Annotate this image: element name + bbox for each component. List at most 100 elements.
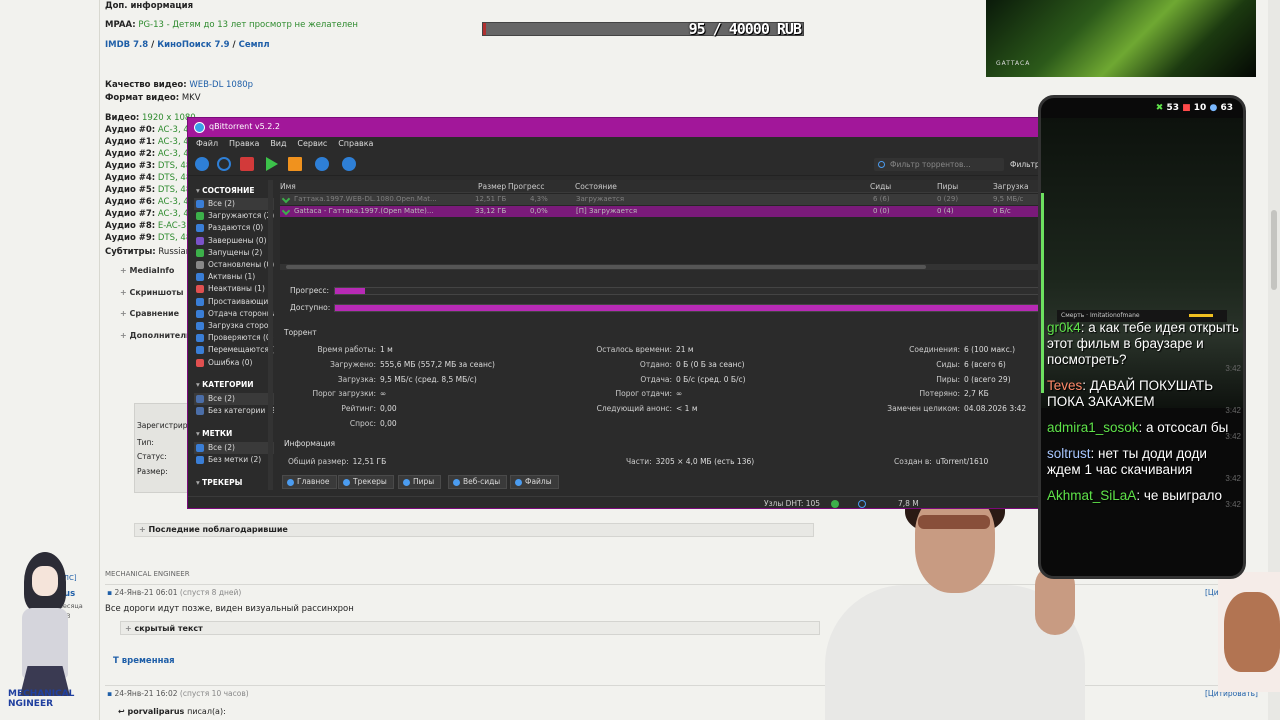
- col-progress[interactable]: Прогресс: [508, 182, 545, 191]
- spoiler-additional[interactable]: Дополнитель: [120, 331, 192, 340]
- audio-line: Аудио #8: E-AC-3,: [105, 221, 189, 231]
- tag-none[interactable]: Без метки (2): [194, 454, 274, 466]
- spoiler-comparison[interactable]: Сравнение: [120, 309, 180, 318]
- deaths-count: 10: [1193, 103, 1207, 113]
- title-bar[interactable]: qBittorrent v5.2.2: [188, 118, 1042, 137]
- tab-peers[interactable]: Пиры: [398, 475, 442, 489]
- play-icon[interactable]: [266, 157, 278, 171]
- phone-status-counters: ✖ 53 ■ 10 ● 63: [1156, 103, 1233, 113]
- scrollbar-thumb[interactable]: [1271, 210, 1277, 290]
- thanks-label: Последние поблагодарившие: [148, 525, 288, 534]
- info-key: Спрос:: [349, 419, 376, 428]
- info-key: Загрузка:: [337, 374, 376, 384]
- category-all[interactable]: Все (2): [194, 393, 274, 405]
- tab-files[interactable]: Файлы: [510, 475, 559, 489]
- imdb-link[interactable]: IMDB 7.8: [105, 40, 148, 50]
- info-key: Отдача:: [640, 374, 672, 384]
- status-icon: [196, 224, 204, 233]
- status-icon: [196, 212, 204, 221]
- category-label: Без категории (2): [208, 406, 274, 415]
- spoiler-screenshots[interactable]: Скриншоты: [120, 288, 184, 297]
- menu-tools[interactable]: Сервис: [297, 137, 327, 151]
- hidden-text-spoiler[interactable]: + скрытый текст: [120, 621, 820, 635]
- sidebar-scrollbar[interactable]: [268, 180, 273, 490]
- info-row: Сиды: 6 (всего 6): [860, 360, 1006, 369]
- col-state[interactable]: Состояние: [575, 182, 617, 191]
- info-value: 9,5 МБ/с (сред. 8,5 МБ/с): [380, 374, 477, 384]
- tab-general[interactable]: Главное: [282, 475, 337, 489]
- folder-icon: [196, 407, 204, 415]
- audio-value: E-AC-3,: [157, 221, 189, 231]
- torrent-seeds: 0 (0): [873, 207, 890, 215]
- stop-icon[interactable]: [288, 157, 302, 171]
- tags-heading: МЕТКИ: [196, 429, 232, 438]
- info-value: 6 (100 макс.): [964, 345, 1015, 354]
- col-peers[interactable]: Пиры: [937, 182, 958, 191]
- available-bar: [334, 304, 1042, 312]
- status-filter-item[interactable]: Запущены (2): [194, 247, 274, 259]
- audio-line: Аудио #3: DTS, 48: [105, 161, 191, 171]
- chat-nick: gr0k4: [1047, 320, 1081, 335]
- qbittorrent-window[interactable]: qBittorrent v5.2.2 Файл Правка Вид Серви…: [187, 117, 1043, 509]
- post1-date[interactable]: 24-Янв-21 06:01: [114, 588, 177, 597]
- add-torrent-icon[interactable]: [195, 157, 209, 171]
- table-row[interactable]: Гаттака.1997.WEB-DL.1080.Open.Mat... 12,…: [280, 194, 1042, 205]
- col-download[interactable]: Загрузка: [993, 182, 1029, 191]
- thanks-bar[interactable]: + Последние поблагодарившие: [134, 523, 814, 537]
- menu-help[interactable]: Справка: [338, 137, 373, 151]
- status-filter-item[interactable]: Неактивны (1): [194, 283, 274, 295]
- status-filter-item[interactable]: Простаивающие (0): [194, 296, 274, 308]
- connection-status-icon[interactable]: [831, 500, 839, 508]
- torrent-filter-input[interactable]: Фильтр торрентов...: [874, 158, 1004, 171]
- status-filter-item[interactable]: Все (2): [194, 198, 274, 210]
- col-name[interactable]: Имя: [280, 182, 296, 191]
- menu-bar: Файл Правка Вид Сервис Справка: [188, 137, 1042, 151]
- status-filter-item[interactable]: Проверяются (0): [194, 332, 274, 344]
- speed-graph-icon[interactable]: [858, 500, 866, 508]
- status-filter-item[interactable]: Отдача сторонними (0): [194, 308, 274, 320]
- add-link-icon[interactable]: [217, 157, 231, 171]
- col-seeds[interactable]: Сиды: [870, 182, 891, 191]
- quality-label: Качество видео:: [105, 80, 187, 90]
- status-icon: [196, 261, 204, 269]
- table-row[interactable]: Gattaca - Гаттака.1997.(Open Matte)... 3…: [280, 206, 1042, 217]
- tab-webseeds[interactable]: Веб-сиды: [448, 475, 508, 489]
- tag-all[interactable]: Все (2): [194, 442, 274, 454]
- status-sidebar: СОСТОЯНИЕ Все (2) Загружаются (2) Раздаютс…: [192, 180, 276, 496]
- sample-link[interactable]: Семпл: [239, 40, 270, 50]
- sunglasses: [918, 515, 990, 529]
- kinopoisk-link[interactable]: КиноПоиск 7.9: [157, 40, 229, 50]
- audio-line: Аудио #6: AC-3, 4: [105, 197, 189, 207]
- tag-icon: [196, 456, 204, 464]
- col-size[interactable]: Размер: [478, 182, 506, 191]
- status-filter-item[interactable]: Загружаются (2): [194, 210, 274, 222]
- audio-label: Аудио #0:: [105, 125, 156, 135]
- qbittorrent-logo-icon: [194, 122, 205, 133]
- menu-view[interactable]: Вид: [270, 137, 286, 151]
- post2-date[interactable]: 24-Янв-21 16:02: [114, 689, 177, 698]
- status-filter-item[interactable]: Активны (1): [194, 271, 274, 283]
- status-filter-item[interactable]: Раздаются (0): [194, 222, 274, 234]
- horizontal-scrollbar[interactable]: [280, 264, 1042, 270]
- settings-gear-icon[interactable]: [342, 157, 356, 171]
- mpaa-value: PG-13 - Детям до 13 лет просмотр не жела…: [138, 20, 358, 30]
- delete-icon[interactable]: [240, 157, 254, 171]
- category-none[interactable]: Без категории (2): [194, 405, 274, 417]
- menu-edit[interactable]: Правка: [229, 137, 259, 151]
- status-filter-item[interactable]: Загрузка сторонними (0): [194, 320, 274, 332]
- torrent-name: Gattaca - Гаттака.1997.(Open Matte)...: [294, 207, 434, 215]
- tab-trackers[interactable]: Трекеры: [338, 475, 394, 489]
- torrent-peers: 0 (4): [937, 207, 954, 215]
- horizontal-scrollbar-thumb[interactable]: [286, 265, 926, 269]
- chat-text: : а отсосал бы: [1138, 420, 1229, 435]
- status-filter-item[interactable]: Ошибка (0): [194, 357, 274, 369]
- rss-icon[interactable]: [315, 157, 329, 171]
- quote-author[interactable]: porvaliparus: [128, 707, 185, 716]
- status-filter-item[interactable]: Перемещаются (0): [194, 344, 274, 356]
- deaths-icon: ■: [1182, 103, 1191, 113]
- chat-feed: gr0k4: а как тебе идея открыть этот филь…: [1047, 320, 1243, 514]
- status-filter-item[interactable]: Завершены (0): [194, 235, 274, 247]
- status-filter-item[interactable]: Остановлены (0): [194, 259, 274, 271]
- spoiler-mediainfo[interactable]: MediaInfo: [120, 266, 175, 275]
- menu-file[interactable]: Файл: [196, 137, 218, 151]
